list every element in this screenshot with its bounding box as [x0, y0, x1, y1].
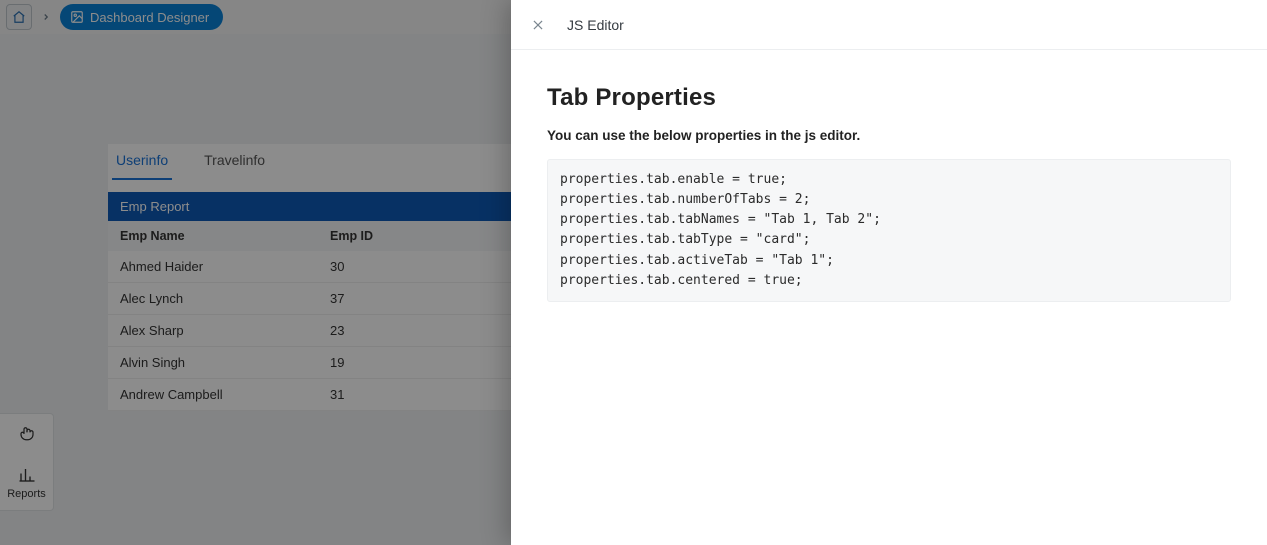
tab-label: Travelinfo — [204, 152, 265, 168]
dock-item-pointer[interactable] — [0, 414, 53, 456]
cell-id: 19 — [318, 347, 498, 378]
properties-code-block[interactable]: properties.tab.enable = true; properties… — [547, 159, 1231, 302]
home-icon — [12, 10, 26, 24]
cell-id: 30 — [318, 251, 498, 282]
cell-id: 31 — [318, 379, 498, 410]
close-button[interactable] — [529, 16, 547, 34]
js-editor-drawer: JS Editor Tab Properties You can use the… — [511, 0, 1267, 545]
drawer-title: JS Editor — [567, 17, 624, 33]
tab-userinfo[interactable]: Userinfo — [112, 144, 172, 180]
col-header-id: Emp ID — [318, 221, 498, 251]
dock-label: Reports — [7, 488, 46, 500]
pointer-icon — [18, 424, 36, 442]
breadcrumb-chevron — [36, 4, 56, 30]
cell-name: Alex Sharp — [108, 315, 318, 346]
close-icon — [531, 18, 545, 32]
tool-dock: Reports — [0, 413, 54, 511]
dashboard-icon — [70, 10, 84, 24]
tab-label: Userinfo — [116, 152, 168, 168]
drawer-header: JS Editor — [511, 0, 1267, 50]
bar-chart-icon — [18, 466, 36, 484]
properties-subheading: You can use the below properties in the … — [547, 128, 1231, 143]
breadcrumb-label: Dashboard Designer — [90, 10, 209, 25]
cell-id: 23 — [318, 315, 498, 346]
dock-item-reports[interactable]: Reports — [0, 456, 53, 510]
home-button[interactable] — [6, 4, 32, 30]
cell-name: Alvin Singh — [108, 347, 318, 378]
cell-name: Andrew Campbell — [108, 379, 318, 410]
tab-travelinfo[interactable]: Travelinfo — [200, 144, 269, 180]
cell-name: Alec Lynch — [108, 283, 318, 314]
properties-heading: Tab Properties — [547, 84, 1231, 112]
breadcrumb-current[interactable]: Dashboard Designer — [60, 4, 223, 30]
col-header-name: Emp Name — [108, 221, 318, 251]
drawer-body: Tab Properties You can use the below pro… — [511, 50, 1267, 336]
cell-id: 37 — [318, 283, 498, 314]
cell-name: Ahmed Haider — [108, 251, 318, 282]
chevron-right-icon — [41, 12, 51, 22]
